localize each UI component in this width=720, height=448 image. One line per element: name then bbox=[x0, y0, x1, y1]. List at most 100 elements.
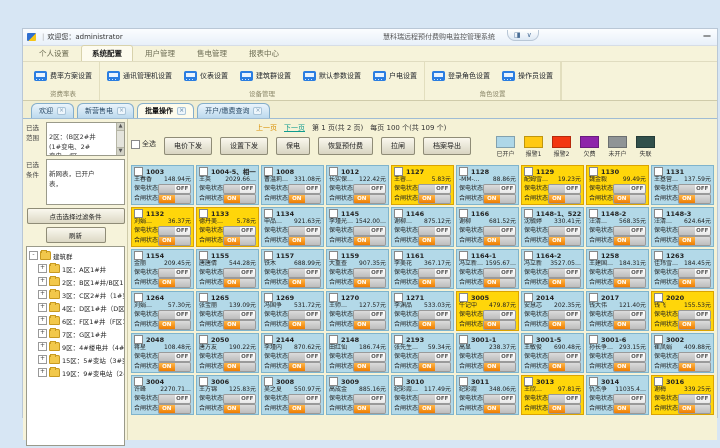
toggle-off-segment[interactable]: OFF bbox=[630, 227, 646, 235]
toggle-off-segment[interactable]: OFF bbox=[435, 395, 451, 403]
card-checkbox[interactable] bbox=[264, 209, 273, 218]
close-tab-icon[interactable]: × bbox=[57, 107, 66, 115]
card-checkbox[interactable] bbox=[589, 293, 598, 302]
toggle-on-segment[interactable] bbox=[679, 227, 695, 235]
menu-tab-1[interactable]: 个人设置 bbox=[29, 46, 79, 61]
switch-toggle[interactable]: ON bbox=[613, 362, 646, 372]
toggle-on-segment[interactable] bbox=[354, 395, 370, 403]
toggle-on-segment[interactable] bbox=[289, 353, 305, 361]
doc-tab-1[interactable]: 欢迎× bbox=[31, 103, 74, 118]
toggle-on-segment[interactable] bbox=[549, 227, 565, 235]
card-checkbox[interactable] bbox=[524, 293, 533, 302]
toggle-off-segment[interactable]: OFF bbox=[435, 353, 451, 361]
meter-card[interactable]: 1270王师…127.57元保电状态OFF合闸状态ON bbox=[326, 291, 389, 331]
toggle-off-segment[interactable] bbox=[500, 321, 516, 329]
supply-toggle[interactable]: OFF bbox=[483, 226, 516, 236]
toggle-on-segment[interactable]: ON bbox=[484, 279, 500, 287]
toggle-on-segment[interactable] bbox=[419, 227, 435, 235]
switch-toggle[interactable]: ON bbox=[613, 320, 646, 330]
toggle-off-segment[interactable]: OFF bbox=[695, 227, 711, 235]
tree-item[interactable]: +3区：C区2#井（1#变… bbox=[29, 288, 124, 301]
meter-card[interactable]: 2193张先生…59.34元保电状态OFF合闸状态ON bbox=[391, 333, 454, 373]
supply-toggle[interactable]: OFF bbox=[418, 394, 451, 404]
meter-card[interactable]: 1008曹温莉…331.08元保电状态OFF合闸状态ON bbox=[261, 165, 324, 205]
toggle-off-segment[interactable]: OFF bbox=[630, 353, 646, 361]
meter-card[interactable]: 1159大重查907.35元保电状态OFF合闸状态ON bbox=[326, 249, 389, 289]
switch-toggle[interactable]: ON bbox=[223, 194, 256, 204]
card-checkbox[interactable] bbox=[589, 209, 598, 218]
meter-card[interactable]: 1157铁木688.99元保电状态OFF合闸状态ON bbox=[261, 249, 324, 289]
card-checkbox[interactable] bbox=[589, 377, 598, 386]
supply-toggle[interactable]: OFF bbox=[353, 394, 386, 404]
meter-card[interactable]: 3013王欣…97.81元保电状态OFF合闸状态ON bbox=[521, 375, 584, 415]
toggle-off-segment[interactable]: OFF bbox=[240, 185, 256, 193]
toggle-off-segment[interactable] bbox=[305, 195, 321, 203]
toggle-off-segment[interactable] bbox=[240, 405, 256, 413]
meter-card[interactable]: 1164-1冯立新…1595.67…保电状态OFF合闸状态ON bbox=[456, 249, 519, 289]
toggle-on-segment[interactable]: ON bbox=[484, 363, 500, 371]
supply-toggle[interactable]: OFF bbox=[483, 184, 516, 194]
switch-toggle[interactable]: ON bbox=[223, 278, 256, 288]
switch-toggle[interactable]: ON bbox=[483, 236, 516, 246]
ribbon-button[interactable]: 仪表设置 bbox=[181, 69, 231, 83]
toggle-off-segment[interactable]: OFF bbox=[305, 227, 321, 235]
toggle-on-segment[interactable] bbox=[419, 395, 435, 403]
toggle-off-segment[interactable]: OFF bbox=[500, 395, 516, 403]
toggle-off-segment[interactable] bbox=[565, 195, 581, 203]
toggle-off-segment[interactable] bbox=[500, 195, 516, 203]
toggle-on-segment[interactable] bbox=[484, 353, 500, 361]
toggle-on-segment[interactable] bbox=[614, 269, 630, 277]
supply-toggle[interactable]: OFF bbox=[288, 310, 321, 320]
toggle-on-segment[interactable] bbox=[679, 395, 695, 403]
toggle-on-segment[interactable]: ON bbox=[159, 279, 175, 287]
toggle-off-segment[interactable] bbox=[240, 321, 256, 329]
card-checkbox[interactable] bbox=[394, 209, 403, 218]
toggle-off-segment[interactable]: OFF bbox=[500, 185, 516, 193]
switch-toggle[interactable]: ON bbox=[288, 320, 321, 330]
tree-item[interactable]: +2区：B区1#井/B区1#… bbox=[29, 275, 124, 288]
toggle-off-segment[interactable] bbox=[500, 363, 516, 371]
toggle-on-segment[interactable] bbox=[354, 311, 370, 319]
toggle-on-segment[interactable] bbox=[549, 269, 565, 277]
toggle-off-segment[interactable] bbox=[565, 363, 581, 371]
menu-tab-5[interactable]: 报表中心 bbox=[239, 46, 289, 61]
next-page-link[interactable]: 下一页 bbox=[284, 123, 305, 133]
card-checkbox[interactable] bbox=[329, 377, 338, 386]
ribbon-button[interactable]: 建筑群设置 bbox=[237, 69, 294, 83]
meter-card[interactable]: 3014仇杰争11035.4…保电状态OFF合闸状态ON bbox=[586, 375, 649, 415]
supply-toggle[interactable]: OFF bbox=[288, 226, 321, 236]
card-checkbox[interactable] bbox=[199, 293, 208, 302]
switch-toggle[interactable]: ON bbox=[678, 236, 711, 246]
toggle-off-segment[interactable] bbox=[370, 195, 386, 203]
meter-card[interactable]: 1134申品…921.63元保电状态OFF合闸状态ON bbox=[261, 207, 324, 247]
toggle-off-segment[interactable]: OFF bbox=[175, 269, 191, 277]
toggle-on-segment[interactable]: ON bbox=[679, 321, 695, 329]
card-checkbox[interactable] bbox=[459, 251, 468, 260]
toggle-on-segment[interactable]: ON bbox=[354, 279, 370, 287]
meter-card[interactable]: 2014安慧芯202.35元保电状态OFF合闸状态ON bbox=[521, 291, 584, 331]
toggle-off-segment[interactable] bbox=[240, 237, 256, 245]
ribbon-button[interactable]: 登录角色设置 bbox=[429, 69, 493, 83]
meter-card[interactable]: 2148田红仙186.74元保电状态OFF合闸状态ON bbox=[326, 333, 389, 373]
toggle-on-segment[interactable] bbox=[159, 353, 175, 361]
meter-card[interactable]: 1155唐唐倩544.28元保电状态OFF合闸状态ON bbox=[196, 249, 259, 289]
switch-toggle[interactable]: ON bbox=[613, 236, 646, 246]
card-checkbox[interactable] bbox=[459, 335, 468, 344]
switch-toggle[interactable]: ON bbox=[548, 362, 581, 372]
card-checkbox[interactable] bbox=[199, 251, 208, 260]
toggle-off-segment[interactable] bbox=[500, 237, 516, 245]
supply-toggle[interactable]: OFF bbox=[288, 184, 321, 194]
toggle-off-segment[interactable] bbox=[370, 237, 386, 245]
toggle-on-segment[interactable]: ON bbox=[354, 195, 370, 203]
switch-toggle[interactable]: ON bbox=[158, 194, 191, 204]
toggle-off-segment[interactable]: OFF bbox=[500, 227, 516, 235]
switch-toggle[interactable]: ON bbox=[418, 320, 451, 330]
meter-card[interactable]: 1145李瑾光…1542.00…保电状态OFF合闸状态ON bbox=[326, 207, 389, 247]
supply-toggle[interactable]: OFF bbox=[613, 268, 646, 278]
card-checkbox[interactable] bbox=[199, 209, 208, 218]
close-tab-icon[interactable]: × bbox=[177, 107, 186, 115]
card-checkbox[interactable] bbox=[264, 377, 273, 386]
meter-card[interactable]: 2020钱飞155.53元保电状态OFF合闸状态ON bbox=[651, 291, 714, 331]
switch-toggle[interactable]: ON bbox=[678, 404, 711, 414]
switch-toggle[interactable]: ON bbox=[223, 236, 256, 246]
